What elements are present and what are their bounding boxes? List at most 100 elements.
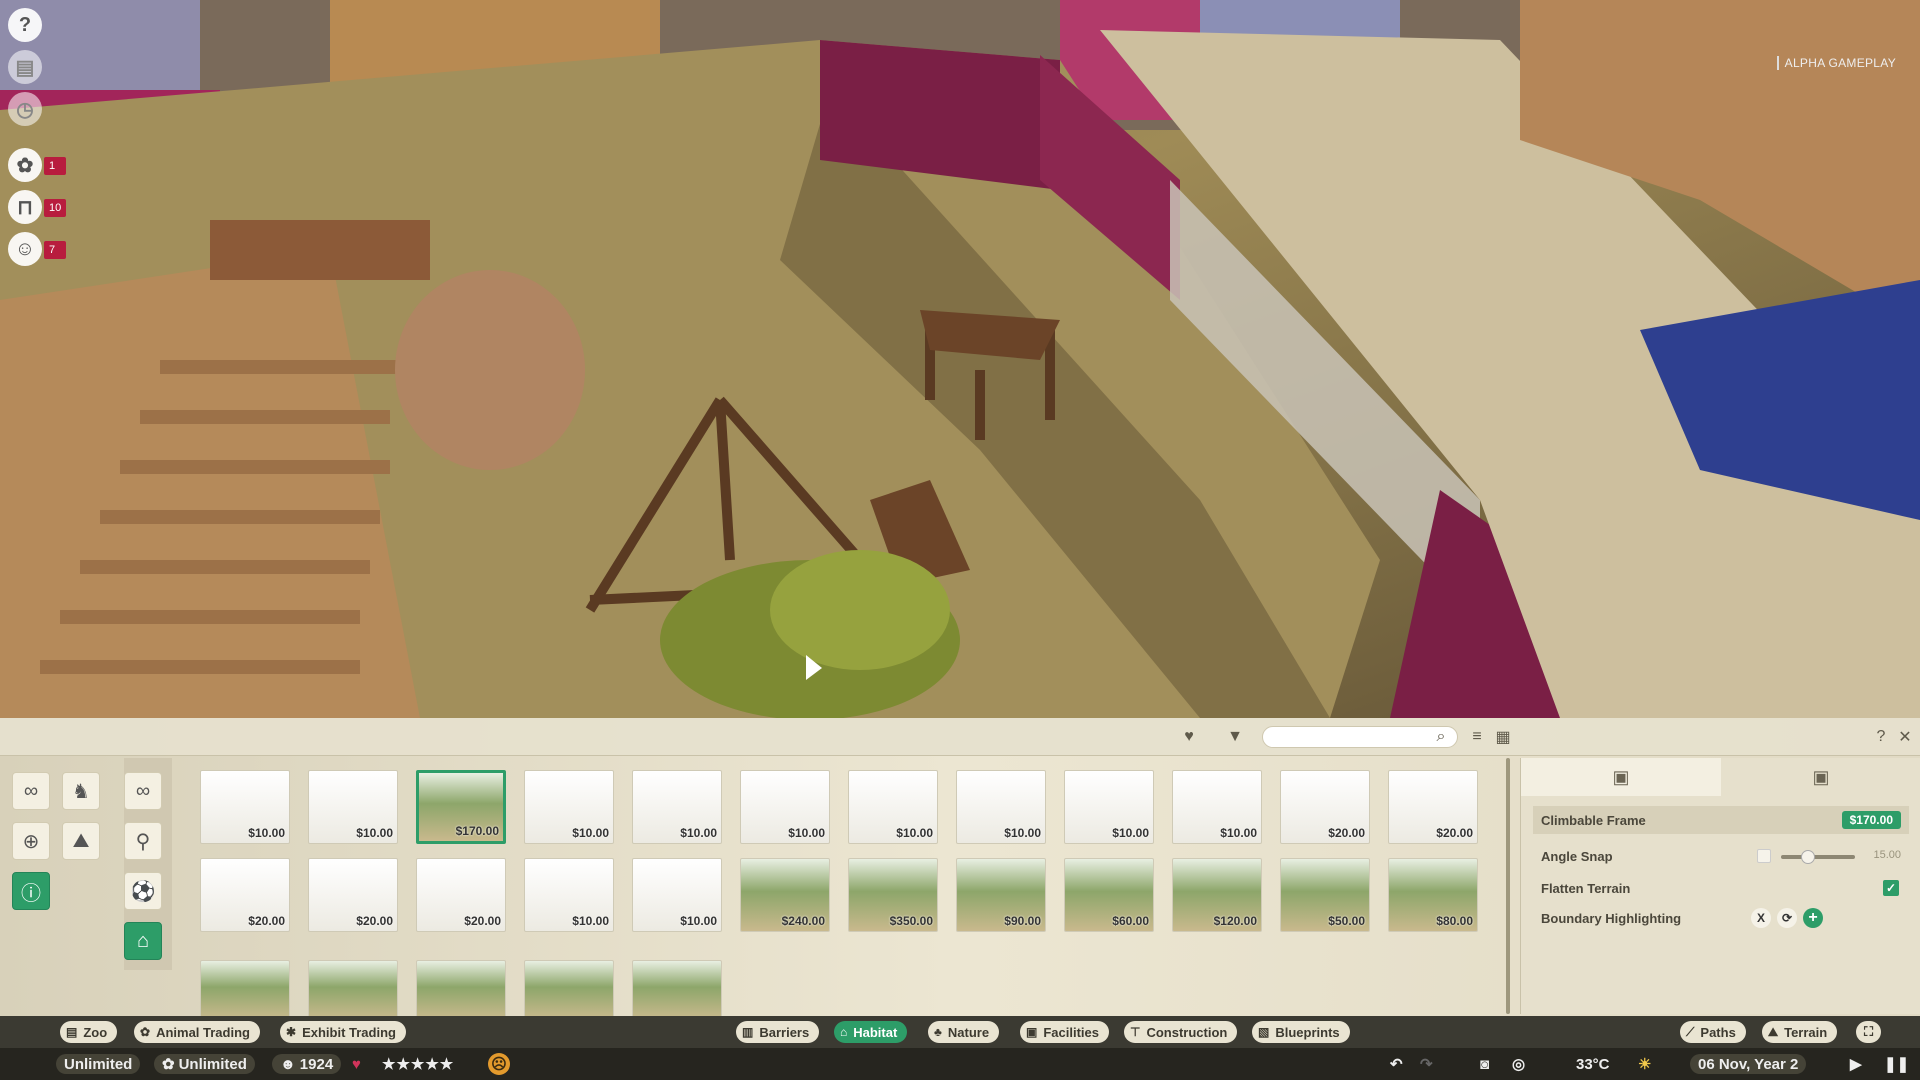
search-icon[interactable]: ⌕ bbox=[1428, 726, 1454, 748]
item-tile[interactable]: $20.00 bbox=[416, 858, 506, 932]
item-tile[interactable]: $240.00 bbox=[740, 858, 830, 932]
item-tile[interactable] bbox=[524, 960, 614, 1020]
item-tile[interactable]: $10.00 bbox=[200, 770, 290, 844]
tab-habitat[interactable]: ⌂ Habitat bbox=[834, 1021, 908, 1043]
tab-terrain[interactable]: ⛰ Terrain bbox=[1762, 1021, 1838, 1043]
happiness-icon[interactable]: ☹ bbox=[488, 1053, 510, 1075]
animal-paw-icon[interactable]: ✿ bbox=[8, 148, 42, 182]
boundary-highlighting-label: Boundary Highlighting bbox=[1541, 910, 1682, 926]
item-price: $120.00 bbox=[1213, 914, 1257, 928]
item-tile[interactable] bbox=[308, 960, 398, 1020]
research-display[interactable]: ✿ Unlimited bbox=[154, 1054, 255, 1074]
item-tile[interactable]: $50.00 bbox=[1280, 858, 1370, 932]
camera-icon: ⛶ bbox=[1864, 1024, 1874, 1039]
item-tile[interactable]: $350.00 bbox=[848, 858, 938, 932]
filter-icon[interactable]: ▼ bbox=[1222, 726, 1248, 748]
item-tile[interactable]: $10.00 bbox=[524, 858, 614, 932]
tab-facilities[interactable]: ▣ Facilities bbox=[1020, 1021, 1109, 1043]
habitat-info-icon[interactable]: ⓘ bbox=[12, 872, 50, 910]
help-icon[interactable]: ? bbox=[8, 8, 42, 42]
item-tile[interactable]: $170.00 bbox=[416, 770, 506, 844]
help-icon[interactable]: ? bbox=[1868, 726, 1894, 748]
speed-icon[interactable]: ◎ bbox=[1512, 1054, 1525, 1074]
item-price: $20.00 bbox=[464, 914, 501, 928]
item-tile[interactable] bbox=[416, 960, 506, 1020]
slider-handle[interactable] bbox=[1801, 850, 1815, 864]
close-icon[interactable]: ✕ bbox=[1892, 726, 1918, 748]
add-icon[interactable]: + bbox=[1803, 908, 1823, 928]
item-price: $50.00 bbox=[1328, 914, 1365, 928]
pause-menu-icon[interactable]: ◙ bbox=[1480, 1054, 1489, 1074]
guests-icon: ☻ bbox=[280, 1055, 296, 1073]
notepad-icon[interactable]: ▤ bbox=[8, 50, 42, 84]
item-tile[interactable]: $10.00 bbox=[848, 770, 938, 844]
guest-count-display[interactable]: ☻ 1924 bbox=[272, 1054, 342, 1074]
item-tile[interactable]: $20.00 bbox=[1388, 770, 1478, 844]
camera-mode-button[interactable]: ⛶ bbox=[1856, 1021, 1882, 1043]
game-viewport[interactable]: ALPHA GAMEPLAY ? ▤ ◷ ✿ 1 ⊓ 10 ☺ 7 bbox=[0, 0, 1920, 718]
tab-construction[interactable]: ⊤ Construction bbox=[1124, 1021, 1238, 1043]
item-tile[interactable]: $10.00 bbox=[632, 858, 722, 932]
meat-icon[interactable]: ⚲ bbox=[124, 822, 162, 860]
item-tile[interactable]: $10.00 bbox=[740, 770, 830, 844]
play-icon[interactable]: ▶ bbox=[1850, 1054, 1862, 1074]
item-grid-scrollbar[interactable] bbox=[1506, 758, 1510, 1014]
pause-icon[interactable]: ❚❚ bbox=[1884, 1054, 1909, 1074]
item-tile[interactable]: $10.00 bbox=[632, 770, 722, 844]
item-price-badge: $170.00 bbox=[1841, 811, 1901, 829]
item-tile[interactable]: $20.00 bbox=[200, 858, 290, 932]
zoo-icon: ▤ bbox=[66, 1025, 78, 1039]
enrichment-icon[interactable]: ⊕ bbox=[12, 822, 50, 860]
guest-icon[interactable]: ☺ bbox=[8, 232, 42, 266]
tab-exhibit-trading[interactable]: ✱ Exhibit Trading bbox=[280, 1021, 406, 1043]
terrain-icon: ⛰ bbox=[1768, 1024, 1779, 1039]
item-tile[interactable]: $20.00 bbox=[1280, 770, 1370, 844]
item-tile[interactable]: $80.00 bbox=[1388, 858, 1478, 932]
animals-count-badge: 1 bbox=[44, 157, 66, 175]
tab-paths[interactable]: ⟋ Paths bbox=[1680, 1021, 1746, 1043]
item-tile[interactable]: $10.00 bbox=[524, 770, 614, 844]
redo-icon[interactable]: ↷ bbox=[1420, 1054, 1433, 1074]
main-tab-bar: ▤ Zoo ✿ Animal Trading ✱ Exhibit Trading ▥ B… bbox=[0, 1016, 1920, 1048]
zoo-rating-stars[interactable]: ★★★★★ bbox=[382, 1054, 454, 1074]
tab-info[interactable]: ▣ bbox=[1521, 758, 1721, 796]
item-price: $10.00 bbox=[572, 914, 609, 928]
boundary-off-button[interactable]: X bbox=[1751, 908, 1771, 928]
angle-snap-slider[interactable] bbox=[1781, 850, 1855, 864]
infinity-icon[interactable]: ∞ bbox=[124, 772, 162, 810]
item-price: $10.00 bbox=[1112, 826, 1149, 840]
angle-snap-toggle[interactable] bbox=[1757, 849, 1771, 863]
terrain-icon[interactable]: ⛰ bbox=[62, 822, 100, 860]
animal-icon[interactable]: ♞ bbox=[62, 772, 100, 810]
tab-details[interactable]: ▣ bbox=[1721, 758, 1920, 796]
tab-barriers[interactable]: ▥ Barriers bbox=[736, 1021, 820, 1043]
item-tile[interactable]: $90.00 bbox=[956, 858, 1046, 932]
item-tile[interactable]: $10.00 bbox=[1172, 770, 1262, 844]
item-tile[interactable] bbox=[200, 960, 290, 1020]
staff-icon[interactable]: ⊓ bbox=[8, 190, 42, 224]
climbing-icon[interactable]: ⌂ bbox=[124, 922, 162, 960]
item-tile[interactable]: $10.00 bbox=[308, 770, 398, 844]
refresh-icon[interactable]: ⟳ bbox=[1777, 908, 1797, 928]
item-tile[interactable]: $10.00 bbox=[956, 770, 1046, 844]
undo-icon[interactable]: ↶ bbox=[1390, 1054, 1403, 1074]
flatten-terrain-checkbox[interactable]: ✓ bbox=[1883, 880, 1899, 896]
item-info-panel: ▣ ▣ Climbable Frame $170.00 Angle Snap 1… bbox=[1520, 758, 1920, 1014]
sort-icon[interactable]: ≡ bbox=[1464, 726, 1490, 748]
panel-toolbar: ♥ ▼ ⌕ ≡ ▦ ? ✕ bbox=[0, 718, 1920, 756]
item-tile[interactable]: $60.00 bbox=[1064, 858, 1154, 932]
item-tile[interactable]: $20.00 bbox=[308, 858, 398, 932]
grid-view-icon[interactable]: ▦ bbox=[1490, 726, 1516, 748]
item-tile[interactable] bbox=[632, 960, 722, 1020]
heart-icon[interactable]: ♥ bbox=[1176, 726, 1202, 748]
tab-blueprints[interactable]: ▧ Blueprints bbox=[1252, 1021, 1350, 1043]
money-display[interactable]: Unlimited bbox=[56, 1054, 141, 1074]
tab-nature[interactable]: ♣ Nature bbox=[928, 1021, 1000, 1043]
infinity-icon[interactable]: ∞ bbox=[12, 772, 50, 810]
history-icon[interactable]: ◷ bbox=[8, 92, 42, 126]
item-tile[interactable]: $120.00 bbox=[1172, 858, 1262, 932]
ball-icon[interactable]: ⚽ bbox=[124, 872, 162, 910]
tab-animal-trading[interactable]: ✿ Animal Trading bbox=[134, 1021, 260, 1043]
item-tile[interactable]: $10.00 bbox=[1064, 770, 1154, 844]
tab-zoo[interactable]: ▤ Zoo bbox=[60, 1021, 118, 1043]
